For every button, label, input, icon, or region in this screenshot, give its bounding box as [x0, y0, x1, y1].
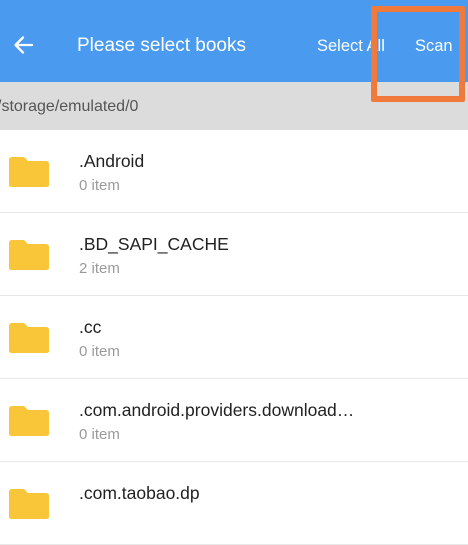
path-bar: /storage/emulated/0 [0, 82, 468, 130]
item-count: 0 item [79, 343, 120, 360]
arrow-left-icon [14, 36, 34, 54]
select-all-button[interactable]: Select All [317, 36, 385, 56]
folder-name: .cc [79, 317, 102, 337]
folder-icon [9, 406, 49, 436]
list-item[interactable]: .com.android.providers.download… 0 item [0, 379, 468, 462]
folder-icon [9, 240, 49, 270]
toolbar: Please select books Select All Scan [0, 0, 468, 94]
folder-name: .com.taobao.dp [79, 483, 200, 503]
file-list: .Android 0 item .BD_SAPI_CACHE 2 item .c… [0, 130, 468, 545]
list-item[interactable]: .BD_SAPI_CACHE 2 item [0, 213, 468, 296]
folder-name: .Android [79, 151, 145, 171]
current-path: /storage/emulated/0 [0, 98, 139, 115]
folder-icon [9, 157, 49, 187]
page-title: Please select books [77, 35, 246, 56]
scan-button[interactable]: Scan [415, 36, 453, 56]
folder-icon [9, 489, 49, 519]
folder-name: .BD_SAPI_CACHE [79, 234, 229, 254]
folder-icon [9, 323, 49, 353]
folder-name: .com.android.providers.download… [79, 400, 355, 420]
item-count: 0 item [79, 426, 120, 443]
list-item[interactable]: .cc 0 item [0, 296, 468, 379]
back-button[interactable] [8, 30, 38, 60]
list-item[interactable]: .Android 0 item [0, 130, 468, 213]
item-count: 2 item [79, 260, 120, 277]
list-item[interactable]: .com.taobao.dp [0, 462, 468, 545]
item-count: 0 item [79, 177, 120, 194]
